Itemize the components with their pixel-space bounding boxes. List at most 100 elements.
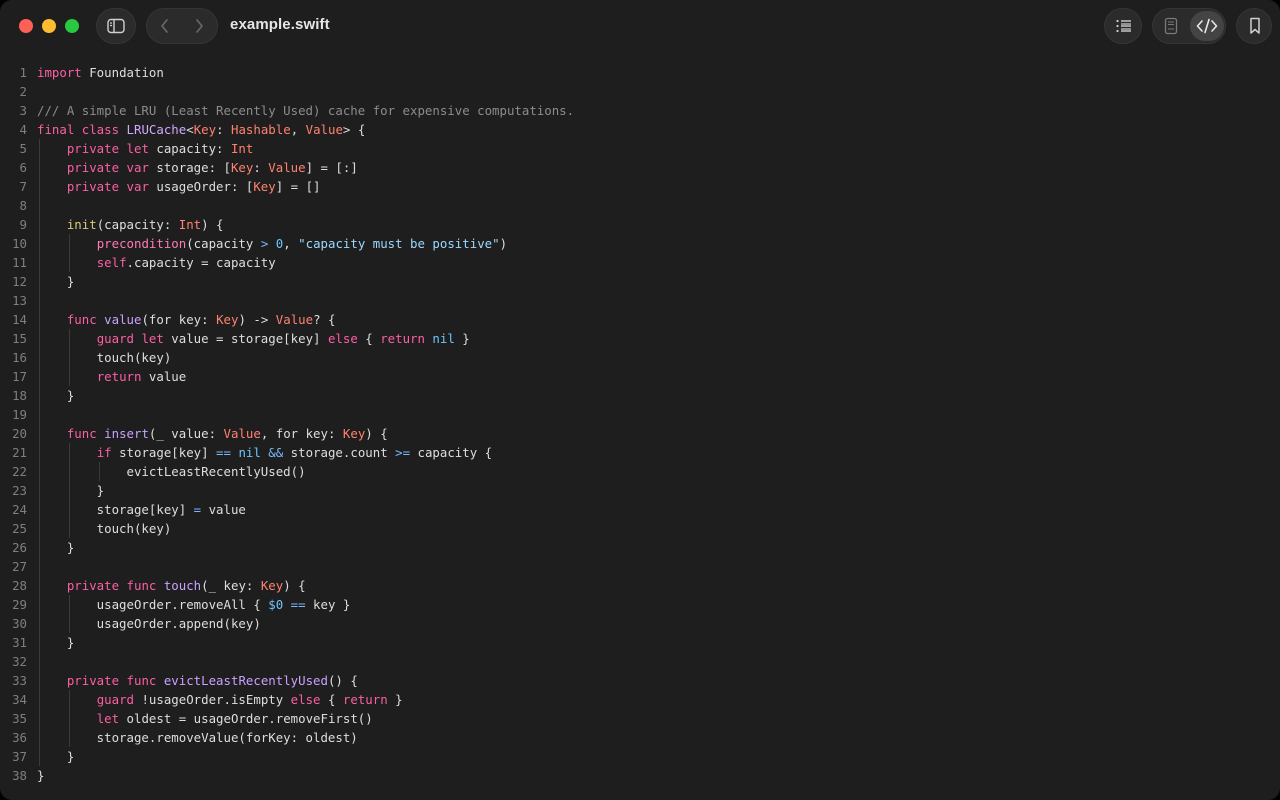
code-token: } [37,768,45,783]
code-token: () { [327,673,358,688]
code-line: 11 self.capacity = capacity [0,253,1280,272]
close-window-button[interactable] [19,19,33,33]
bookmark-button[interactable] [1237,9,1273,43]
outline-button[interactable] [1106,9,1142,43]
code-line: 34 guard !usageOrder.isEmpty else { retu… [0,690,1280,709]
indent-guide [68,595,70,633]
code-token: storage[key] [37,502,194,517]
code-view-button[interactable] [1189,9,1225,43]
code-token: private var [66,160,149,175]
code-line: 28 private func touch(_ key: Key) { [0,576,1280,595]
code-token: (_ key: [201,578,261,593]
code-token: ? { [313,312,336,327]
code-line: 5 private let capacity: Int [0,139,1280,158]
minimize-window-button[interactable] [42,19,56,33]
code-line: 12 } [0,272,1280,291]
code-text: usageOrder.removeAll { $0 == key } [37,595,351,614]
zoom-window-button[interactable] [65,19,79,33]
code-token: (_ value: [148,426,224,441]
line-number: 25 [12,521,27,536]
line-number: 24 [12,502,27,517]
code-line: 8 [0,196,1280,215]
code-line: 32 [0,652,1280,671]
code-token: } [37,483,105,498]
code-line: 17 return value [0,367,1280,386]
code-token: Key [216,312,239,327]
code-line: 25 touch(key) [0,519,1280,538]
forward-button[interactable] [181,9,217,43]
line-number: 32 [12,654,27,669]
code-line: 27 [0,557,1280,576]
code-token: Int [178,217,202,232]
line-number: 33 [12,673,27,688]
code-editor[interactable]: 1 import Foundation 2 3/// A simple LRU (Le… [0,62,1280,800]
code-token: (capacity [186,236,261,251]
line-number: 27 [12,559,27,574]
document-icon [1164,17,1178,35]
code-line: 1 import Foundation [0,63,1280,82]
code-token: private func [66,673,157,688]
outline-group [1104,8,1142,44]
code-token: } [37,540,75,555]
code-line: 22 evictLeastRecentlyUsed() [0,462,1280,481]
line-number: 38 [12,768,27,783]
code-token: ) { [283,578,306,593]
code-token: func [66,426,97,441]
line-number: 34 [12,692,27,707]
code-line: 16 touch(key) [0,348,1280,367]
code-token: guard let [96,331,164,346]
code-text: } [37,766,44,785]
line-number: 36 [12,730,27,745]
code-token: } [454,331,470,346]
code-token: private let [66,141,149,156]
code-token: == [290,597,306,612]
code-line: 37 } [0,747,1280,766]
code-token: Value [275,312,314,327]
code-token: init [66,217,97,232]
code-token: Key [193,122,217,137]
code-token: , [290,122,306,137]
code-token: value [104,312,142,327]
code-token: touch [163,578,202,593]
code-line: 26 } [0,538,1280,557]
code-text: private var storage: [Key: Value] = [:] [37,158,358,177]
code-line: 13 [0,291,1280,310]
code-text: guard let value = storage[key] else { re… [37,329,470,348]
code-text: storage.removeValue(forKey: oldest) [37,728,358,747]
code-token: ] = [] [275,179,321,194]
code-text: import Foundation [37,63,164,82]
line-number: 37 [12,749,27,764]
code-token: Foundation [81,65,164,80]
chevron-right-icon [194,18,204,34]
code-token: evictLeastRecentlyUsed [163,673,328,688]
code-token: storage: [ [148,160,231,175]
back-button[interactable] [147,9,183,43]
sidebar-toggle-button[interactable] [98,9,134,43]
navigation-group [146,8,218,44]
code-token: usageOrder.removeAll { [37,597,269,612]
line-number: 8 [19,198,27,213]
code-text: if storage[key] == nil && storage.count … [37,443,492,462]
code-token: } [37,388,75,403]
preview-button[interactable] [1153,9,1189,43]
code-token: self [96,255,127,270]
code-token: LRUCache [126,122,187,137]
code-token: : [253,160,269,175]
code-token: ] = [:] [305,160,358,175]
code-token: return [96,369,142,384]
line-number: 3 [19,103,27,118]
code-token: ) { [365,426,388,441]
code-token: { [320,692,343,707]
line-number: 29 [12,597,27,612]
code-token: ) -> [238,312,276,327]
code-token: Value [268,160,306,175]
line-number: 12 [12,274,27,289]
code-token: && [268,445,284,460]
code-token: func [66,312,97,327]
